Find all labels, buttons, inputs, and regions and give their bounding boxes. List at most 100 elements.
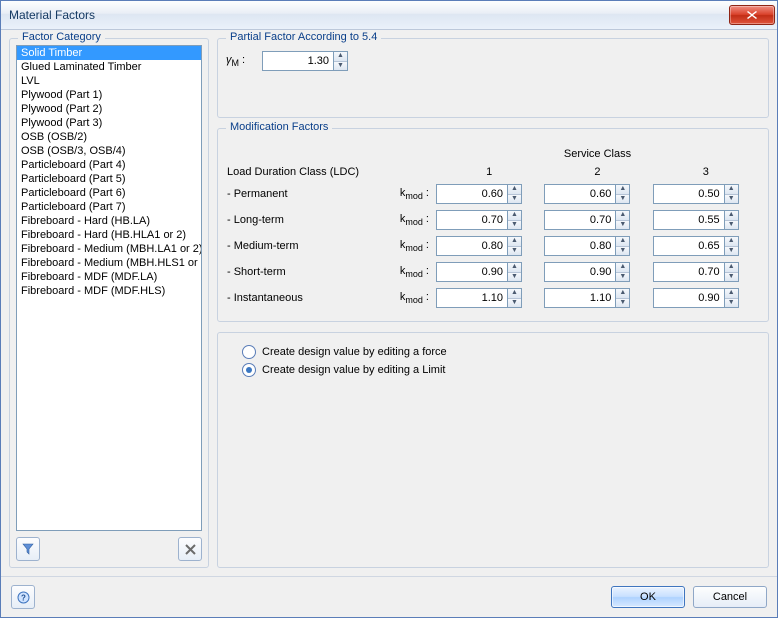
cancel-button[interactable]: Cancel — [693, 586, 767, 608]
spin-down-icon[interactable]: ▼ — [508, 221, 521, 230]
window-title: Material Factors — [9, 8, 729, 22]
kmod-spinner[interactable]: ▲▼ — [544, 262, 650, 282]
kmod-spinner[interactable]: ▲▼ — [653, 262, 759, 282]
spin-up-icon[interactable]: ▲ — [616, 237, 629, 247]
spin-down-icon[interactable]: ▼ — [725, 221, 738, 230]
list-item[interactable]: Fibreboard - Hard (HB.HLA1 or 2) — [17, 228, 201, 242]
kmod-input[interactable] — [436, 210, 507, 230]
list-item[interactable]: Particleboard (Part 7) — [17, 200, 201, 214]
spin-up-icon[interactable]: ▲ — [616, 289, 629, 299]
list-item[interactable]: Fibreboard - Hard (HB.LA) — [17, 214, 201, 228]
radio-design-limit[interactable]: Create design value by editing a Limit — [242, 363, 760, 377]
spin-up-icon[interactable]: ▲ — [508, 185, 521, 195]
list-item[interactable]: Particleboard (Part 4) — [17, 158, 201, 172]
kmod-input[interactable] — [544, 236, 615, 256]
modification-factors-legend: Modification Factors — [226, 121, 332, 133]
kmod-input[interactable] — [544, 184, 615, 204]
spin-down-icon[interactable]: ▼ — [616, 299, 629, 308]
spin-down-icon[interactable]: ▼ — [725, 195, 738, 204]
spin-down-icon[interactable]: ▼ — [334, 62, 347, 71]
kmod-input[interactable] — [436, 184, 507, 204]
spin-up-icon[interactable]: ▲ — [725, 211, 738, 221]
spin-up-icon[interactable]: ▲ — [725, 289, 738, 299]
spin-down-icon[interactable]: ▼ — [725, 299, 738, 308]
titlebar: Material Factors — [1, 1, 777, 30]
spin-up-icon[interactable]: ▲ — [508, 237, 521, 247]
list-item[interactable]: Plywood (Part 2) — [17, 102, 201, 116]
kmod-spinner[interactable]: ▲▼ — [436, 184, 542, 204]
spin-up-icon[interactable]: ▲ — [616, 263, 629, 273]
kmod-input[interactable] — [436, 288, 507, 308]
spin-up-icon[interactable]: ▲ — [616, 211, 629, 221]
spin-up-icon[interactable]: ▲ — [508, 211, 521, 221]
radio-design-force[interactable]: Create design value by editing a force — [242, 345, 760, 359]
close-icon — [747, 11, 757, 19]
list-item[interactable]: Fibreboard - Medium (MBH.LA1 or 2) — [17, 242, 201, 256]
factor-category-list[interactable]: Solid TimberGlued Laminated TimberLVLPly… — [16, 45, 202, 531]
radio-icon — [242, 363, 256, 377]
ldc-label: - Short-term — [226, 261, 378, 283]
close-button[interactable] — [729, 5, 775, 25]
kmod-spinner[interactable]: ▲▼ — [436, 236, 542, 256]
kmod-input[interactable] — [653, 236, 724, 256]
list-item[interactable]: Particleboard (Part 5) — [17, 172, 201, 186]
kmod-spinner[interactable]: ▲▼ — [653, 288, 759, 308]
spin-down-icon[interactable]: ▼ — [508, 299, 521, 308]
list-item[interactable]: LVL — [17, 74, 201, 88]
list-item[interactable]: OSB (OSB/2) — [17, 130, 201, 144]
kmod-spinner[interactable]: ▲▼ — [544, 210, 650, 230]
spin-up-icon[interactable]: ▲ — [616, 185, 629, 195]
table-row: - Permanentkmod :▲▼▲▼▲▼ — [226, 183, 760, 205]
list-item[interactable]: Fibreboard - Medium (MBH.HLS1 or 2) — [17, 256, 201, 270]
spin-up-icon[interactable]: ▲ — [508, 263, 521, 273]
spin-down-icon[interactable]: ▼ — [616, 221, 629, 230]
list-item[interactable]: Plywood (Part 1) — [17, 88, 201, 102]
kmod-spinner[interactable]: ▲▼ — [544, 236, 650, 256]
spin-up-icon[interactable]: ▲ — [725, 263, 738, 273]
kmod-spinner[interactable]: ▲▼ — [436, 210, 542, 230]
spin-down-icon[interactable]: ▼ — [508, 247, 521, 256]
kmod-input[interactable] — [653, 288, 724, 308]
filter-button[interactable] — [16, 537, 40, 561]
gamma-m-input[interactable] — [262, 51, 333, 71]
list-item[interactable]: Fibreboard - MDF (MDF.HLS) — [17, 284, 201, 298]
kmod-spinner[interactable]: ▲▼ — [544, 184, 650, 204]
spin-down-icon[interactable]: ▼ — [616, 273, 629, 282]
spin-up-icon[interactable]: ▲ — [334, 52, 347, 62]
spin-up-icon[interactable]: ▲ — [725, 185, 738, 195]
kmod-input[interactable] — [653, 184, 724, 204]
ok-button[interactable]: OK — [611, 586, 685, 608]
kmod-spinner[interactable]: ▲▼ — [436, 288, 542, 308]
kmod-spinner[interactable]: ▲▼ — [653, 184, 759, 204]
kmod-spinner[interactable]: ▲▼ — [436, 262, 542, 282]
delete-button[interactable] — [178, 537, 202, 561]
gamma-m-spinner[interactable]: ▲▼ — [262, 51, 348, 71]
list-item[interactable]: Fibreboard - MDF (MDF.LA) — [17, 270, 201, 284]
kmod-spinner[interactable]: ▲▼ — [544, 288, 650, 308]
kmod-spinner[interactable]: ▲▼ — [653, 210, 759, 230]
spin-up-icon[interactable]: ▲ — [508, 289, 521, 299]
ldc-header: Load Duration Class (LDC) — [226, 147, 378, 179]
spin-down-icon[interactable]: ▼ — [616, 247, 629, 256]
spin-up-icon[interactable]: ▲ — [725, 237, 738, 247]
modification-factors-group: Modification Factors Load Duration Class… — [217, 128, 769, 322]
list-item[interactable]: Particleboard (Part 6) — [17, 186, 201, 200]
spin-down-icon[interactable]: ▼ — [508, 195, 521, 204]
kmod-input[interactable] — [436, 236, 507, 256]
list-item[interactable]: Plywood (Part 3) — [17, 116, 201, 130]
spin-down-icon[interactable]: ▼ — [725, 247, 738, 256]
kmod-input[interactable] — [544, 210, 615, 230]
kmod-input[interactable] — [544, 288, 615, 308]
help-button[interactable]: ? — [11, 585, 35, 609]
kmod-input[interactable] — [436, 262, 507, 282]
spin-down-icon[interactable]: ▼ — [725, 273, 738, 282]
kmod-spinner[interactable]: ▲▼ — [653, 236, 759, 256]
list-item[interactable]: Solid Timber — [17, 46, 201, 60]
kmod-input[interactable] — [653, 262, 724, 282]
spin-down-icon[interactable]: ▼ — [616, 195, 629, 204]
spin-down-icon[interactable]: ▼ — [508, 273, 521, 282]
kmod-input[interactable] — [544, 262, 615, 282]
kmod-input[interactable] — [653, 210, 724, 230]
list-item[interactable]: Glued Laminated Timber — [17, 60, 201, 74]
list-item[interactable]: OSB (OSB/3, OSB/4) — [17, 144, 201, 158]
